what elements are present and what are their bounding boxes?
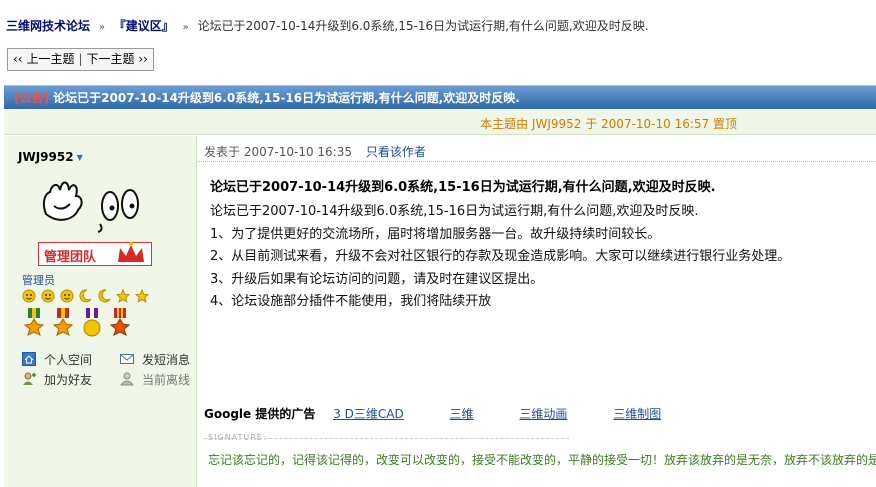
ads-heading[interactable]: Google 提供的广告	[204, 407, 315, 421]
breadcrumb: 三维网技术论坛 » 『建议区』 » 论坛已于2007-10-14升级到6.0系统…	[6, 17, 649, 34]
author-sidebar: JWJ9952 ▼ 管理团队 管理员 个人空间 发短消息 加为好友 当前离线	[4, 136, 197, 487]
star-icon	[115, 288, 131, 303]
pinned-info: 本主题由 JWJ9952 于 2007-10-10 16:57 置顶	[480, 117, 737, 131]
medal-icon	[80, 308, 104, 340]
announcement-tag: [公告]	[14, 91, 49, 105]
send-message-link[interactable]: 发短消息	[120, 350, 190, 370]
prev-thread-link[interactable]: 上一主题	[26, 52, 74, 66]
sun-icon	[22, 289, 36, 303]
moon-icon	[78, 288, 92, 303]
add-friend-icon	[22, 372, 36, 386]
breadcrumb-current: 论坛已于2007-10-14升级到6.0系统,15-16日为试运行期,有什么问题…	[197, 19, 649, 33]
chevron-down-icon[interactable]: ▼	[77, 153, 83, 162]
user-role: 管理员	[22, 274, 55, 287]
posted-label: 发表于	[204, 145, 241, 159]
post-line: 3、升级后如果有论坛访问的问题，请及时在建议区提出。	[210, 271, 544, 287]
post-title: 论坛已于2007-10-14升级到6.0系统,15-16日为试运行期,有什么问题…	[210, 180, 716, 195]
medals	[22, 308, 133, 343]
badge-text: 管理团队	[44, 250, 97, 265]
author-name[interactable]: JWJ9952 ▼	[18, 150, 83, 164]
google-ads: Google 提供的广告 3 D三维CAD 三维 三维动画 三维制图	[204, 405, 703, 422]
breadcrumb-separator: »	[98, 22, 105, 33]
divider	[197, 161, 876, 162]
prev-arrows: ‹‹	[13, 52, 23, 66]
breadcrumb-section-link[interactable]: 『建议区』	[114, 19, 174, 33]
send-message-label: 发短消息	[142, 353, 191, 367]
breadcrumb-separator: »	[182, 22, 189, 33]
moon-icon	[97, 288, 111, 303]
add-friend-label: 加为好友	[44, 373, 93, 387]
add-friend-link[interactable]: 加为好友	[22, 370, 120, 390]
sun-icon	[60, 289, 74, 303]
next-arrows: ››	[138, 52, 148, 66]
thread-info-bar: 本主题由 JWJ9952 于 2007-10-10 16:57 置顶	[4, 110, 876, 135]
rank-stars	[22, 288, 150, 304]
management-team-badge: 管理团队	[38, 240, 152, 268]
medal-icon	[22, 308, 46, 340]
posted-time: 2007-10-10 16:35	[243, 145, 352, 159]
online-status: 当前离线	[119, 370, 191, 390]
thread-title: 论坛已于2007-10-14升级到6.0系统,15-16日为试运行期,有什么问题…	[53, 91, 520, 105]
offline-user-icon	[119, 372, 135, 386]
online-status-label: 当前离线	[142, 373, 191, 387]
author-name-text: JWJ9952	[18, 150, 74, 164]
post-line: 1、为了提供更好的交流场所，届时将增加服务器一台。故升级持续时间较长。	[210, 226, 661, 242]
ad-link[interactable]: 三维制图	[613, 407, 661, 421]
post-line: 2、从目前测试来看，升级不会对社区银行的存款及现金造成影响。大家可以继续进行银行…	[210, 249, 791, 264]
personal-space-link[interactable]: 个人空间	[22, 350, 120, 370]
ad-link[interactable]: 3 D三维CAD	[333, 407, 404, 421]
only-author-link[interactable]: 只看该作者	[366, 145, 426, 159]
post-meta: 发表于 2007-10-10 16:35 只看该作者	[204, 143, 426, 160]
medal-icon	[51, 308, 75, 340]
signature-divider	[204, 438, 569, 439]
ad-link[interactable]: 三维	[450, 407, 474, 421]
sun-icon	[41, 289, 55, 303]
thread-nav: ‹‹ 上一主题 | 下一主题 ››	[7, 48, 154, 71]
breadcrumb-forum-link[interactable]: 三维网技术论坛	[6, 19, 90, 33]
signature-text: 忘记该忘记的，记得该记得的，改变可以改变的，接受不能改变的，平静的接受一切！放弃…	[208, 453, 876, 467]
author-actions: 个人空间 发短消息 加为好友 当前离线	[22, 350, 192, 390]
envelope-icon	[120, 352, 134, 366]
star-icon	[134, 288, 150, 303]
post-line: 4、论坛设施部分插件不能使用，我们将陆续开放	[210, 294, 492, 309]
personal-space-label: 个人空间	[44, 353, 93, 367]
nav-divider: |	[78, 52, 83, 66]
ad-link[interactable]: 三维动画	[519, 407, 567, 421]
post-line: 论坛已于2007-10-14升级到6.0系统,15-16日为试运行期,有什么问题…	[210, 204, 699, 219]
thread-title-bar: [公告] 论坛已于2007-10-14升级到6.0系统,15-16日为试运行期,…	[4, 85, 876, 109]
home-icon	[22, 352, 36, 366]
next-thread-link[interactable]: 下一主题	[87, 52, 135, 66]
post-body: 论坛已于2007-10-14升级到6.0系统,15-16日为试运行期,有什么问题…	[210, 201, 790, 314]
avatar	[42, 181, 139, 233]
medal-icon	[108, 308, 132, 340]
